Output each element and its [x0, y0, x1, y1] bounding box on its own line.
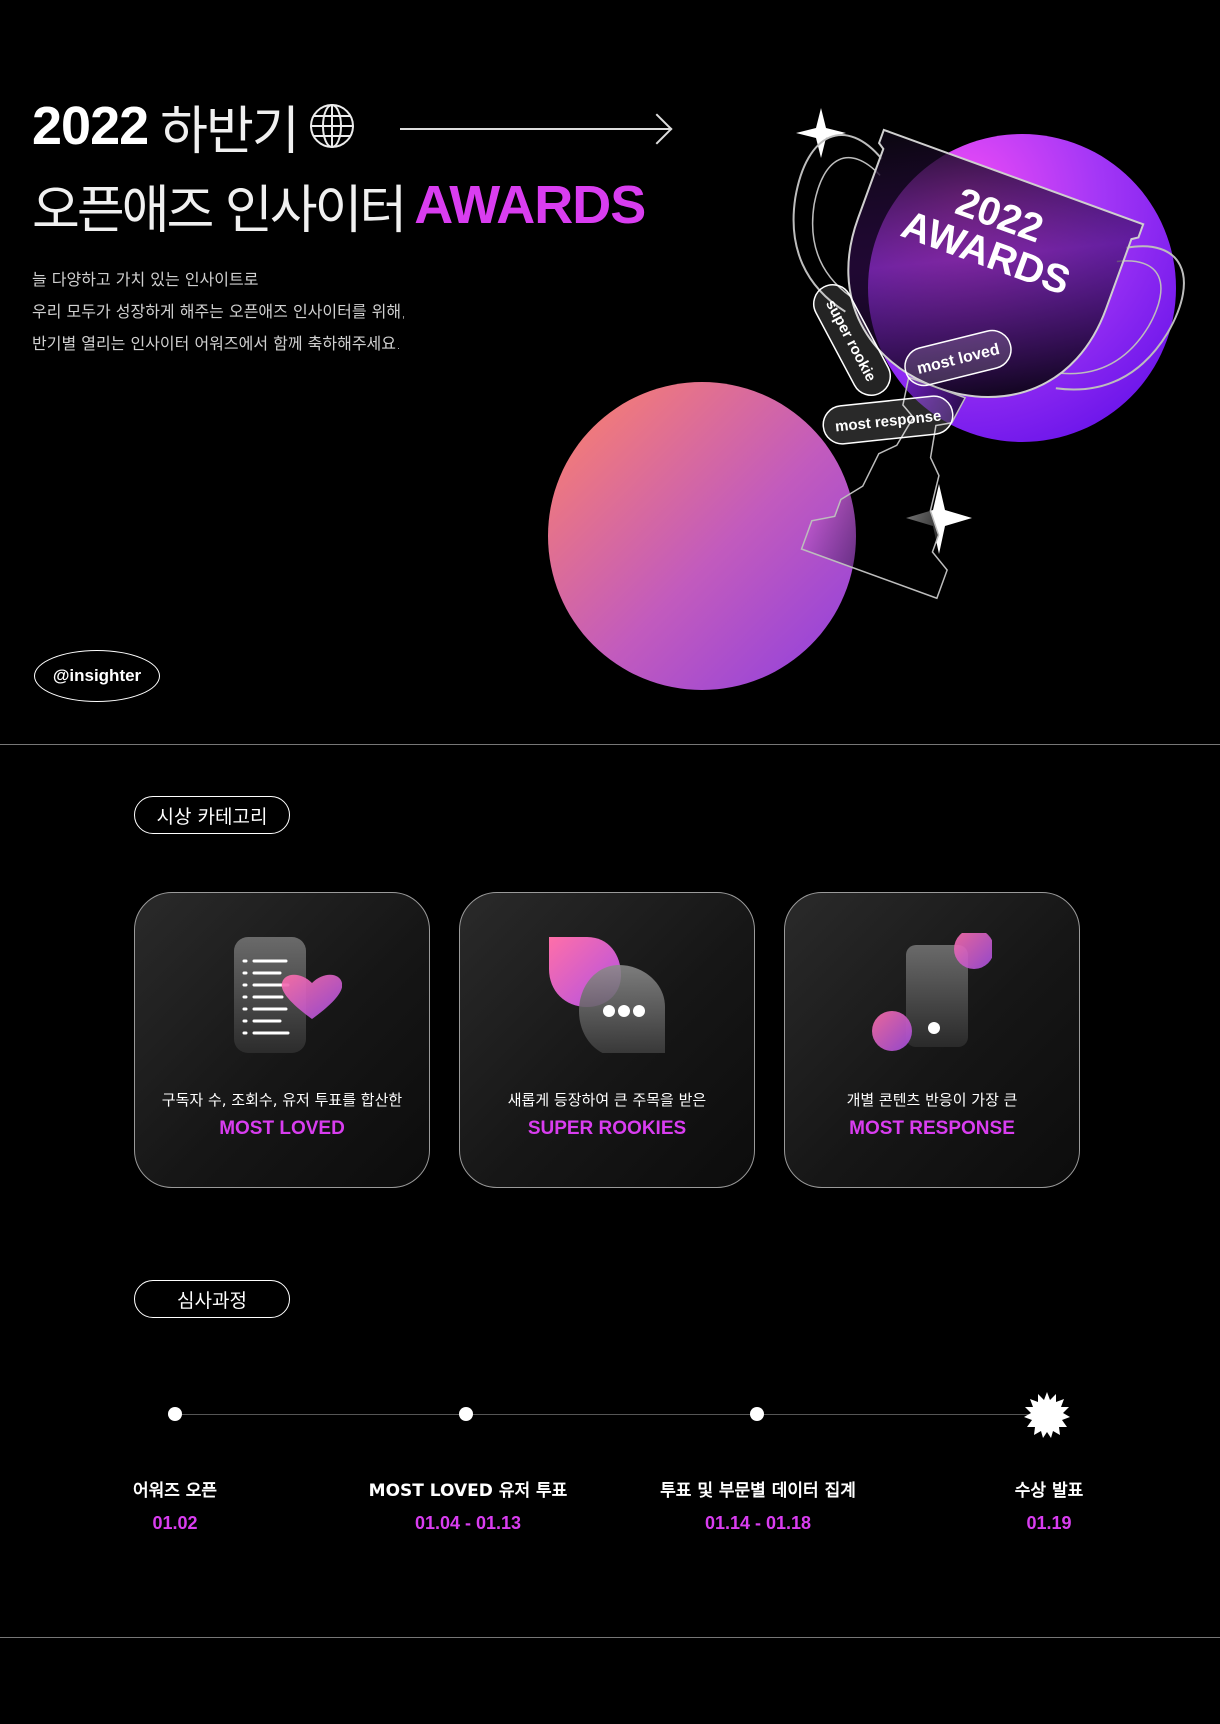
- phone-reaction-icon: [872, 929, 994, 1053]
- categories-label: 시상 카테고리: [134, 796, 290, 834]
- timeline-step: 수상 발표 01.19: [919, 1476, 1179, 1534]
- globe-icon: [308, 102, 356, 150]
- category-card-super-rookies: 새롭게 등장하여 큰 주목을 받은 SUPER ROOKIES: [459, 892, 755, 1188]
- description-line: 우리 모두가 성장하게 해주는 오픈애즈 인사이터를 위해,: [32, 302, 407, 321]
- insighter-handle-badge[interactable]: @insighter: [34, 650, 160, 702]
- timeline-dot: [168, 1407, 182, 1421]
- card-description: 구독자 수, 조회수, 유저 투표를 합산한: [161, 1091, 403, 1109]
- section-divider: [0, 1637, 1220, 1638]
- card-title: MOST RESPONSE: [849, 1118, 1015, 1139]
- chat-bubble-icon: [547, 933, 667, 1057]
- step-date: 01.19: [1026, 1513, 1072, 1533]
- step-label: 수상 발표: [1014, 1481, 1084, 1501]
- step-label: 투표 및 부문별 데이터 집계: [660, 1481, 856, 1501]
- headline-subtitle: 오픈애즈 인사이터: [32, 180, 407, 241]
- process-label: 심사과정: [134, 1280, 290, 1318]
- timeline-step: 투표 및 부문별 데이터 집계 01.14 - 01.18: [628, 1476, 888, 1534]
- step-label: 어워즈 오픈: [132, 1481, 218, 1501]
- headline-year: 2022: [32, 96, 149, 156]
- document-heart-icon: [222, 933, 343, 1053]
- card-title: SUPER ROOKIES: [527, 1118, 687, 1139]
- timeline-dot: [459, 1407, 473, 1421]
- category-card-most-response: 개별 콘텐츠 반응이 가장 큰 MOST RESPONSE: [784, 892, 1080, 1188]
- card-description: 새롭게 등장하여 큰 주목을 받은: [507, 1091, 707, 1109]
- headline-row-1: 2022 하반기: [32, 96, 356, 162]
- step-label: MOST LOVED 유저 투표: [368, 1481, 568, 1501]
- tag-most-response: most response: [822, 395, 954, 445]
- step-date: 01.14 - 01.18: [704, 1513, 812, 1533]
- section-divider: [0, 744, 1220, 745]
- timeline-step: 어워즈 오픈 01.02: [45, 1476, 305, 1534]
- timeline-step: MOST LOVED 유저 투표 01.04 - 01.13: [338, 1476, 598, 1534]
- trophy-illustration: 2022 AWARDS super rookie most loved most…: [548, 108, 1185, 690]
- timeline-line: [175, 1414, 1045, 1415]
- step-date: 01.02: [152, 1513, 198, 1533]
- description-line: 늘 다양하고 가치 있는 인사이트로: [32, 270, 259, 289]
- card-title: MOST LOVED: [219, 1118, 345, 1139]
- description-line: 반기별 열리는 인사이터 어워즈에서 함께 축하해주세요.: [32, 334, 402, 353]
- starburst-icon: [1024, 1392, 1070, 1438]
- step-date: 01.04 - 01.13: [414, 1513, 522, 1533]
- card-description: 개별 콘텐츠 반응이 가장 큰: [846, 1091, 1018, 1109]
- category-card-most-loved: 구독자 수, 조회수, 유저 투표를 합산한 MOST LOVED: [134, 892, 430, 1188]
- hero-section: 2022 하반기 오픈애즈 인사이터 AWARDS 늘 다양하고 가치 있는 인…: [0, 0, 1220, 744]
- sparkle-icon: [796, 108, 846, 158]
- headline-half: 하반기: [160, 101, 300, 162]
- timeline-dot: [750, 1407, 764, 1421]
- hero-description: 늘 다양하고 가치 있는 인사이트로 우리 모두가 성장하게 해주는 오픈애즈 …: [32, 264, 406, 360]
